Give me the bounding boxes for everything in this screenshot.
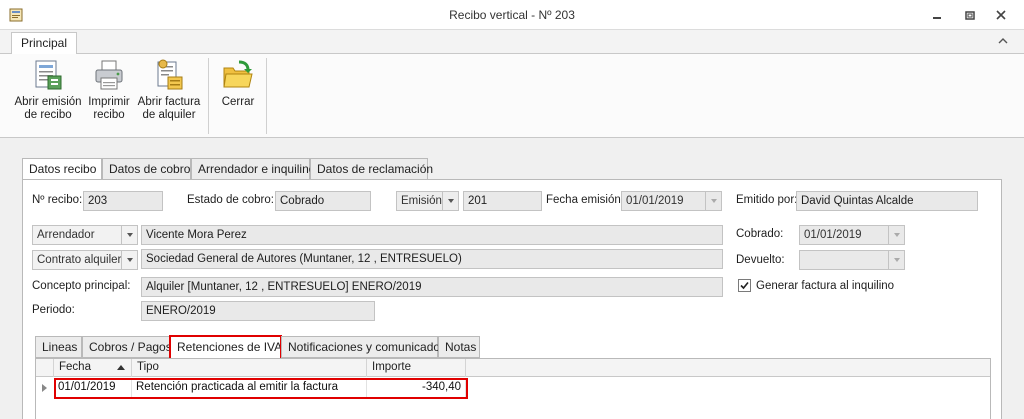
emision-select-value: Emisión [401,195,442,207]
sort-asc-icon [117,365,125,370]
generar-factura-label: Generar factura al inquilino [756,280,895,292]
chevron-down-icon [121,251,137,269]
tab-notificaciones[interactable]: Notificaciones y comunicados [281,336,446,358]
fecha-emision-field[interactable]: 01/01/2019 [621,191,722,211]
window-title: Recibo vertical - Nº 203 [449,8,575,22]
cobrado-label: Cobrado: [736,228,784,240]
open-invoice-label-1: Abrir factura [137,96,201,108]
emitido-label: Emitido por: [736,194,798,206]
print-label-2: recibo [93,109,125,121]
numero-label: Nº recibo: [32,194,83,206]
tab-cobros-pagos[interactable]: Cobros / Pagos [82,336,172,358]
print-receipt-button[interactable]: Imprimir recibo [86,58,132,122]
concepto-field[interactable]: Alquiler [Muntaner, 12 , ENTRESUELO] ENE… [141,277,723,297]
row-indicator [36,378,54,397]
invoice-icon [157,59,183,90]
estado-label: Estado de cobro: [187,194,274,206]
checkmark-icon [740,281,749,290]
close-icon [996,10,1006,20]
ribbon-tab-principal[interactable]: Principal [11,32,78,55]
content-area: Datos recibo Datos de cobro Arrendador e… [0,138,1024,419]
ribbon-separator-2 [266,58,267,134]
column-header-fecha-label: Fecha [59,361,91,373]
grid-header: Fecha Tipo Importe [36,359,990,377]
arrendador-select[interactable]: Arrendador [32,225,138,245]
close-label: Cerrar [221,96,255,108]
ribbon-panel: Abrir emisión de recibo Imprimir recibo … [0,54,1024,138]
tab-notas[interactable]: Notas [438,336,480,358]
numero-field[interactable]: 203 [83,191,163,211]
open-invoice-label-2: de alquiler [142,109,196,121]
fecha-emision-label: Fecha emisión: [546,194,624,206]
cobrado-value: 01/01/2019 [804,229,862,241]
generar-factura-checkbox[interactable] [738,279,751,292]
grid-header-indicator [36,359,54,377]
minimize-icon [933,17,941,19]
contrato-field[interactable]: Sociedad General de Autores (Muntaner, 1… [141,249,723,269]
tab-datos-reclamacion[interactable]: Datos de reclamación [310,158,433,180]
open-issue-label-1: Abrir emisión [14,96,82,108]
open-invoice-button[interactable]: Abrir factura de alquiler [136,58,202,122]
tab-datos-cobro[interactable]: Datos de cobro [102,158,191,180]
concepto-label: Concepto principal: [32,280,131,292]
printer-icon [95,60,123,90]
chevron-up-icon[interactable] [996,34,1010,48]
contrato-select[interactable]: Contrato alquiler [32,250,138,270]
emision-select[interactable]: Emisión [396,191,459,211]
devuelto-label: Devuelto: [736,254,785,266]
open-issue-button[interactable]: Abrir emisión de recibo [14,58,82,122]
periodo-field[interactable]: ENERO/2019 [141,301,375,321]
chevron-down-icon [121,226,137,244]
tab-lineas[interactable]: Lineas [35,336,82,358]
arrendador-field[interactable]: Vicente Mora Perez [141,225,723,245]
row-pointer-icon [42,383,47,392]
tab-arrendador-inquilino[interactable]: Arrendador e inquilino [191,158,315,180]
fecha-emision-value: 01/01/2019 [626,195,684,207]
ribbon-separator [208,58,209,134]
minimize-button[interactable] [926,5,948,25]
chevron-down-icon [888,251,904,269]
contrato-select-value: Contrato alquiler [37,254,122,266]
close-button[interactable] [990,5,1012,25]
print-label-1: Imprimir [88,96,130,108]
tab-datos-recibo[interactable]: Datos recibo [22,158,102,181]
restore-icon [965,11,975,20]
open-issue-icon [35,60,62,90]
devuelto-field[interactable] [799,250,905,270]
chevron-down-icon [888,226,904,244]
emision-number-field[interactable]: 201 [463,191,542,211]
chevron-down-icon [442,192,458,210]
close-window-button[interactable]: Cerrar [216,58,260,109]
chevron-down-icon [705,192,721,210]
emitido-field[interactable]: David Quintas Alcalde [796,191,978,211]
arrendador-select-value: Arrendador [37,229,95,241]
estado-field[interactable]: Cobrado [275,191,371,211]
ribbon-tab-strip: Principal [0,30,1024,55]
column-header-importe[interactable]: Importe [367,359,466,377]
cobrado-field[interactable]: 01/01/2019 [799,225,905,245]
restore-button[interactable] [959,5,981,25]
datos-recibo-panel: Nº recibo: 203 Estado de cobro: Cobrado … [22,179,1002,419]
tab-retenciones-iva[interactable]: Retenciones de IVA [169,335,282,360]
row-highlight [54,378,468,399]
folder-exit-icon [223,60,253,88]
open-issue-label-2: de recibo [24,109,72,121]
periodo-label: Periodo: [32,304,75,316]
column-header-fecha[interactable]: Fecha [54,359,132,377]
column-header-tipo[interactable]: Tipo [132,359,367,377]
window-titlebar: Recibo vertical - Nº 203 [0,0,1024,30]
retenciones-grid: Fecha Tipo Importe 01/01/2019 Retención … [35,358,991,419]
